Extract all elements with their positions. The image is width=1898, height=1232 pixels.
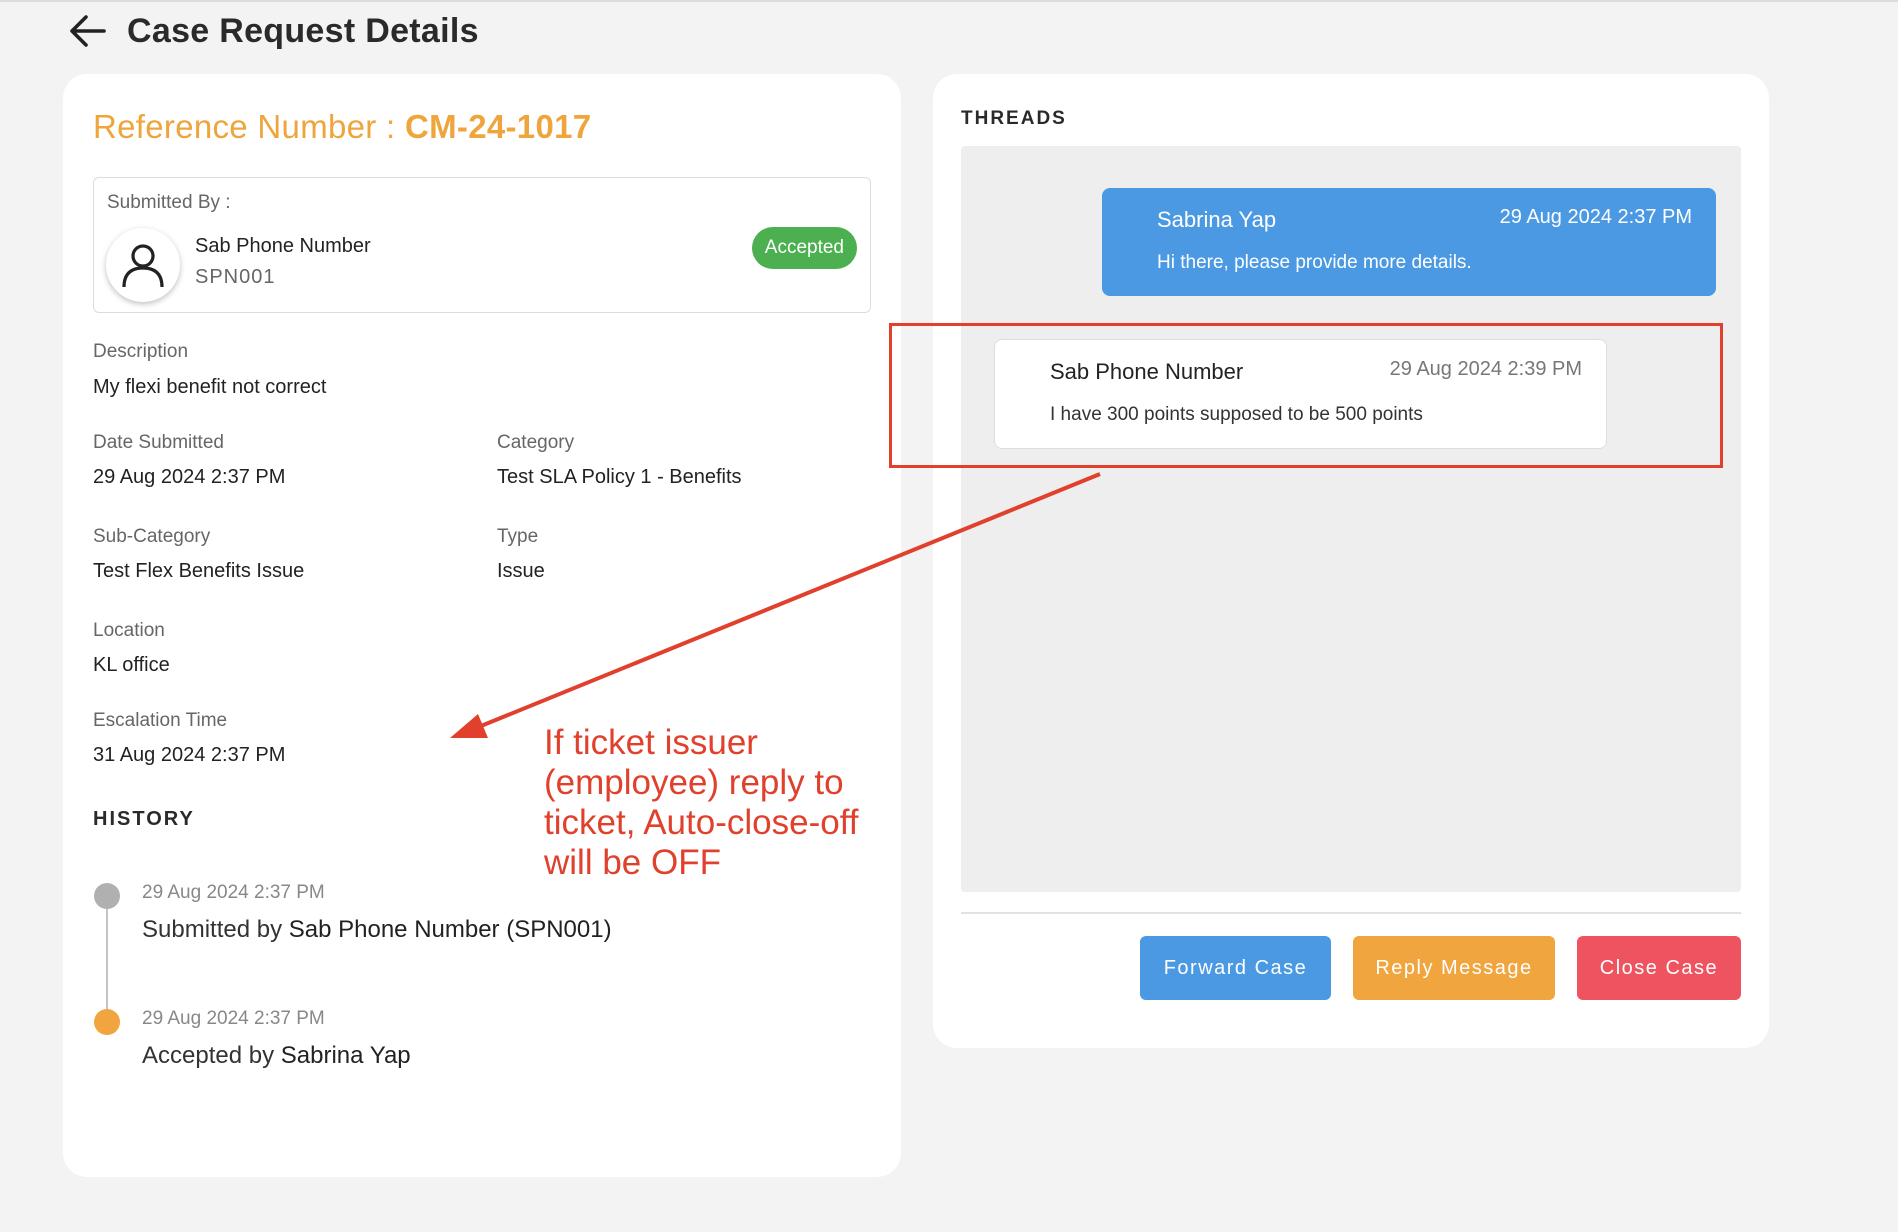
submitter-name: Sab Phone Number [195, 235, 371, 257]
history-action: Accepted by [142, 1042, 275, 1069]
submitter-box: Submitted By : Sab Phone Number SPN001 A… [93, 177, 871, 313]
description-label: Description [93, 341, 189, 362]
description-value: My flexi benefit not correct [93, 376, 327, 398]
type-label: Type [497, 526, 539, 547]
category-value: Test SLA Policy 1 - Benefits [497, 466, 742, 488]
subcategory-label: Sub-Category [93, 526, 211, 547]
history-action: Submitted by [142, 916, 283, 943]
status-badge: Accepted [751, 227, 857, 269]
threads-title: THREADS [961, 108, 1067, 129]
category-label: Category [497, 432, 575, 453]
history-actor: Sab Phone Number (SPN001) [288, 916, 612, 943]
top-border [0, 0, 1898, 2]
location-value: KL office [93, 654, 170, 676]
escalation-time-label: Escalation Time [93, 710, 228, 731]
reference-value: CM-24-1017 [405, 108, 592, 145]
date-submitted-label: Date Submitted [93, 432, 224, 453]
history-entry: Submitted by Sab Phone Number (SPN001) [142, 916, 612, 944]
message-body: Hi there, please provide more details. [1157, 252, 1472, 273]
escalation-time-value: 31 Aug 2024 2:37 PM [93, 744, 286, 766]
threads-area[interactable]: Sabrina Yap 29 Aug 2024 2:37 PM Hi there… [961, 146, 1741, 892]
reference-label: Reference Number : [93, 108, 396, 145]
close-case-button[interactable]: Close Case [1577, 936, 1741, 1000]
page-title: Case Request Details [127, 12, 479, 50]
submitted-by-label: Submitted By : [107, 192, 231, 213]
threads-card: THREADS Sabrina Yap 29 Aug 2024 2:37 PM … [933, 74, 1769, 1048]
user-icon [122, 244, 164, 288]
history-title: HISTORY [93, 808, 195, 830]
timeline-dot-accepted [94, 1009, 120, 1035]
forward-case-button[interactable]: Forward Case [1140, 936, 1331, 1000]
thread-message-agent: Sabrina Yap 29 Aug 2024 2:37 PM Hi there… [1102, 188, 1716, 296]
annotation-highlight-box [889, 323, 1723, 468]
timeline-line [106, 896, 108, 1022]
divider [961, 912, 1741, 914]
case-details-card: Reference Number : CM-24-1017 Submitted … [63, 74, 901, 1177]
history-actor: Sabrina Yap [280, 1042, 411, 1069]
reference-number: Reference Number : CM-24-1017 [93, 108, 591, 146]
message-author: Sabrina Yap [1157, 207, 1277, 232]
back-arrow-icon[interactable] [66, 10, 110, 52]
type-value: Issue [497, 560, 545, 582]
submitter-id: SPN001 [195, 266, 276, 288]
history-time: 29 Aug 2024 2:37 PM [142, 1008, 325, 1029]
message-time: 29 Aug 2024 2:37 PM [1499, 206, 1692, 228]
avatar [106, 228, 180, 302]
history-entry: Accepted by Sabrina Yap [142, 1042, 411, 1070]
date-submitted-value: 29 Aug 2024 2:37 PM [93, 466, 286, 488]
history-time: 29 Aug 2024 2:37 PM [142, 882, 325, 903]
subcategory-value: Test Flex Benefits Issue [93, 560, 305, 582]
reply-message-button[interactable]: Reply Message [1353, 936, 1555, 1000]
timeline-dot-submitted [94, 883, 120, 909]
annotation-text: If ticket issuer (employee) reply to tic… [544, 723, 859, 882]
location-label: Location [93, 620, 165, 641]
